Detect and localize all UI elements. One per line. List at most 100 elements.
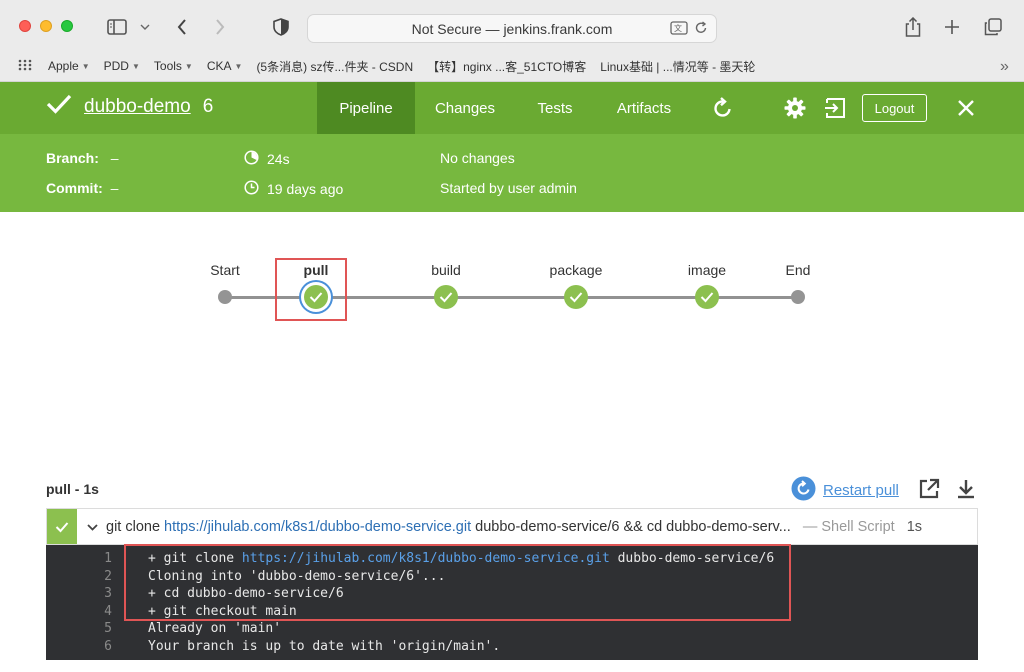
bookmark-label: (5条消息) sz传...件夹 - CSDN bbox=[256, 59, 414, 74]
zoom-window-button[interactable] bbox=[61, 20, 73, 32]
stage-label-build[interactable]: build bbox=[431, 262, 461, 278]
back-icon[interactable] bbox=[172, 14, 192, 40]
bookmark-label: Apple bbox=[48, 59, 79, 73]
address-text: Not Secure — jenkins.frank.com bbox=[411, 20, 613, 37]
more-bookmarks-icon[interactable]: » bbox=[1000, 58, 1009, 76]
step-command-prefix: git clone bbox=[106, 518, 165, 535]
share-icon[interactable] bbox=[902, 14, 924, 40]
chevron-down-icon: ▼ bbox=[131, 61, 140, 71]
tab-overview-icon[interactable] bbox=[982, 14, 1004, 40]
grid-icon[interactable] bbox=[18, 59, 32, 74]
clock-icon bbox=[244, 180, 259, 198]
stage-label-image[interactable]: image bbox=[688, 262, 726, 278]
shield-icon[interactable] bbox=[270, 14, 292, 40]
line-number: 5 bbox=[104, 621, 112, 636]
build-number: 6 bbox=[202, 96, 214, 117]
job-name-link[interactable]: dubbo-demo bbox=[84, 96, 191, 118]
step-command-suffix: dubbo-demo-service/6 && cd dubbo-demo-se… bbox=[471, 518, 791, 535]
logout-button[interactable]: Logout bbox=[862, 94, 927, 122]
time-row: 19 days ago bbox=[244, 180, 343, 198]
gear-icon[interactable] bbox=[783, 96, 807, 120]
new-tab-icon[interactable] bbox=[941, 14, 963, 40]
browser-chrome: Not Secure — jenkins.frank.com 文 Apple ▼ … bbox=[0, 0, 1024, 82]
bookmark-apple[interactable]: Apple ▼ bbox=[48, 59, 90, 73]
bookmark-label: CKA bbox=[206, 59, 232, 73]
forward-icon[interactable] bbox=[210, 14, 230, 40]
stage-node-image[interactable] bbox=[695, 285, 719, 309]
step-duration: 1s bbox=[906, 518, 923, 535]
open-external-icon[interactable] bbox=[918, 478, 940, 500]
bookmark-cka[interactable]: CKA ▼ bbox=[207, 59, 243, 73]
run-title: dubbo-demo 6 bbox=[46, 94, 213, 120]
end-node bbox=[791, 290, 805, 304]
logout-label: Logout bbox=[874, 100, 915, 116]
check-icon bbox=[46, 94, 72, 120]
stage-label-end: End bbox=[785, 262, 811, 278]
sidebar-icon[interactable] bbox=[104, 14, 130, 40]
chevron-down-icon[interactable] bbox=[87, 519, 98, 535]
minimize-window-button[interactable] bbox=[40, 20, 52, 32]
console-line: 6 Your branch is up to date with 'origin/… bbox=[46, 638, 978, 656]
close-icon[interactable] bbox=[954, 96, 978, 120]
tab-label: Tests bbox=[537, 99, 573, 117]
line-text: Your branch is up to date with 'origin/m… bbox=[148, 638, 501, 654]
chevron-down-icon: ▼ bbox=[234, 61, 243, 71]
step-command: git clone https://jihulab.com/k8s1/dubbo… bbox=[106, 519, 791, 535]
bookmarks-bar: Apple ▼ PDD ▼ Tools ▼ CKA ▼ (5条消息) sz传...件夹 … bbox=[0, 54, 1024, 78]
duration-row: 24s bbox=[244, 150, 290, 168]
check-icon bbox=[55, 521, 69, 532]
tab-changes[interactable]: Changes bbox=[424, 82, 506, 134]
chevron-down-icon: ▼ bbox=[81, 61, 90, 71]
close-window-button[interactable] bbox=[19, 20, 31, 32]
tab-label: Artifacts bbox=[616, 99, 672, 117]
stage-node-package[interactable] bbox=[564, 285, 588, 309]
line-number: 6 bbox=[104, 638, 112, 654]
stage-node-build[interactable] bbox=[434, 285, 458, 309]
branch-label: Branch: bbox=[46, 150, 99, 166]
restart-stage-button[interactable]: Restart pull bbox=[791, 476, 899, 505]
tab-artifacts[interactable]: Artifacts bbox=[604, 82, 684, 134]
pipeline-graph: Start pull build package image End bbox=[0, 212, 1024, 472]
check-icon bbox=[700, 292, 714, 303]
check-icon bbox=[439, 292, 453, 303]
tab-label: Changes bbox=[434, 99, 496, 117]
timer-icon bbox=[244, 150, 259, 168]
bookmark-label: Tools bbox=[153, 59, 182, 73]
changes-text: No changes bbox=[440, 150, 515, 166]
exit-icon[interactable] bbox=[823, 96, 847, 120]
bookmark-label: PDD bbox=[103, 59, 129, 73]
rerun-icon[interactable] bbox=[711, 96, 735, 120]
console-line: 5 Already on 'main' bbox=[46, 620, 978, 638]
duration-value: 24s bbox=[267, 151, 290, 167]
bookmark-label: 【转】nginx ...客_51CTO博客 bbox=[427, 59, 587, 74]
tab-tests[interactable]: Tests bbox=[523, 82, 587, 134]
bookmark-label: Linux基础 | ...情况等 - 墨天轮 bbox=[600, 59, 756, 74]
window-controls bbox=[19, 20, 73, 32]
address-bar[interactable]: Not Secure — jenkins.frank.com 文 bbox=[307, 14, 717, 43]
tab-pipeline[interactable]: Pipeline bbox=[317, 82, 415, 134]
bookmark-51cto[interactable]: 【转】nginx ...客_51CTO博客 bbox=[427, 58, 586, 75]
download-icon[interactable] bbox=[955, 478, 977, 500]
svg-text:文: 文 bbox=[674, 23, 682, 33]
chevron-down-icon[interactable] bbox=[138, 14, 152, 40]
reload-icon[interactable] bbox=[694, 21, 708, 38]
restart-label: Restart pull bbox=[823, 482, 899, 499]
stage-label-package[interactable]: package bbox=[550, 262, 603, 278]
bookmark-pdd[interactable]: PDD ▼ bbox=[104, 59, 140, 73]
commit-row: Commit: – bbox=[46, 180, 118, 196]
check-icon bbox=[569, 292, 583, 303]
tab-label: Pipeline bbox=[339, 99, 393, 117]
branch-value: – bbox=[110, 150, 119, 166]
bookmark-tools[interactable]: Tools ▼ bbox=[154, 59, 193, 73]
log-highlight-box bbox=[124, 544, 791, 621]
start-node bbox=[218, 290, 232, 304]
commit-label: Commit: bbox=[46, 180, 103, 196]
stage-label-start: Start bbox=[210, 262, 240, 278]
stage-highlight-box bbox=[275, 258, 347, 321]
step-row[interactable]: git clone https://jihulab.com/k8s1/dubbo… bbox=[46, 508, 978, 545]
translate-icon[interactable]: 文 bbox=[670, 21, 688, 38]
bookmark-modb[interactable]: Linux基础 | ...情况等 - 墨天轮 bbox=[600, 58, 755, 75]
bookmark-csdn[interactable]: (5条消息) sz传...件夹 - CSDN bbox=[256, 58, 413, 75]
started-by-text: Started by user admin bbox=[440, 180, 577, 196]
step-command-link[interactable]: https://jihulab.com/k8s1/dubbo-demo-serv… bbox=[164, 519, 471, 535]
